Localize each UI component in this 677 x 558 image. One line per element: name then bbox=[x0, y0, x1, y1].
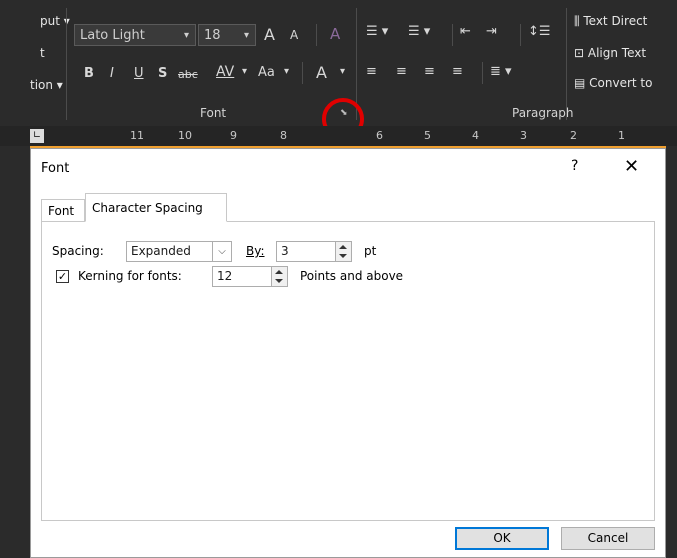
tab-character-spacing-label: Character Spacing bbox=[92, 201, 203, 215]
convert-to-label: Convert to bbox=[589, 76, 653, 90]
font-size-value: 18 bbox=[204, 28, 221, 43]
grow-font-button[interactable]: A bbox=[264, 25, 275, 44]
tab-selector-icon[interactable]: ∟ bbox=[30, 129, 44, 143]
spacing-by-input[interactable]: 3 bbox=[276, 241, 352, 262]
align-center-icon[interactable]: ≡ bbox=[396, 64, 407, 79]
strikethrough-button[interactable]: abc bbox=[178, 68, 198, 81]
kerning-checkbox[interactable]: ✓ bbox=[56, 270, 69, 283]
kerning-points-value: 12 bbox=[217, 269, 233, 283]
chevron-down-icon[interactable]: ⌵ bbox=[212, 242, 231, 261]
ruler-tick: 11 bbox=[130, 129, 144, 142]
columns-icon[interactable]: ≣ ▾ bbox=[490, 64, 512, 79]
cancel-button[interactable]: Cancel bbox=[561, 527, 655, 550]
decrease-indent-icon[interactable]: ⇤ bbox=[460, 24, 471, 39]
clear-formatting-button[interactable]: A bbox=[330, 25, 340, 43]
line-spacing-icon[interactable]: ↕☰ bbox=[528, 24, 551, 39]
document-background bbox=[666, 146, 677, 558]
underline-button[interactable]: U bbox=[134, 66, 144, 81]
spin-buttons[interactable] bbox=[271, 267, 287, 286]
align-right-icon[interactable]: ≡ bbox=[424, 64, 435, 79]
ruler: ∟ 11 10 9 8 6 5 4 3 2 1 bbox=[0, 126, 677, 146]
tab-font[interactable]: Font bbox=[41, 199, 85, 222]
spin-down-icon[interactable] bbox=[339, 254, 347, 258]
close-button[interactable]: ✕ bbox=[624, 156, 639, 177]
checkmark-icon: ✓ bbox=[57, 270, 68, 283]
chevron-down-icon: ▾ bbox=[243, 30, 249, 41]
numbering-icon[interactable]: ☰ ▾ bbox=[408, 24, 430, 39]
text-effects-button[interactable]: S bbox=[158, 66, 167, 81]
tab-character-spacing[interactable]: Character Spacing bbox=[85, 193, 227, 222]
spacing-select[interactable]: Expanded ⌵ bbox=[126, 241, 232, 262]
ruler-tick: 3 bbox=[520, 129, 527, 142]
increase-indent-icon[interactable]: ⇥ bbox=[486, 24, 497, 39]
document-background bbox=[0, 146, 30, 558]
convert-to-smartart-button[interactable]: ▤ Convert to bbox=[574, 76, 652, 90]
shrink-font-button[interactable]: A bbox=[290, 28, 298, 42]
kerning-suffix-label: Points and above bbox=[300, 269, 404, 283]
bold-button[interactable]: B bbox=[84, 66, 94, 81]
ruler-tick: 9 bbox=[230, 129, 237, 142]
divider bbox=[482, 62, 483, 84]
character-spacing-panel: Spacing: Expanded ⌵ By: 3 pt ✓ Kerning f… bbox=[41, 221, 655, 521]
ruler-tick: 1 bbox=[618, 129, 625, 142]
ruler-tick: 2 bbox=[570, 129, 577, 142]
spin-up-icon[interactable] bbox=[339, 245, 347, 249]
paragraph-group-label: Paragraph bbox=[512, 106, 574, 120]
text-direction-label: Text Direct bbox=[583, 14, 648, 28]
spacing-label: Spacing: bbox=[52, 244, 104, 258]
font-group-label: Font bbox=[200, 106, 227, 120]
ruler-tick: 5 bbox=[424, 129, 431, 142]
align-text-button[interactable]: ⊡ Align Text bbox=[574, 46, 646, 60]
divider bbox=[566, 8, 567, 120]
spacing-value: Expanded bbox=[131, 244, 191, 258]
ruler-tick: 4 bbox=[472, 129, 479, 142]
ruler-tick: 8 bbox=[280, 129, 287, 142]
spin-buttons[interactable] bbox=[335, 242, 351, 261]
ruler-tick: 6 bbox=[376, 129, 383, 142]
font-name-combo[interactable]: Lato Light ▾ bbox=[74, 24, 196, 46]
chevron-down-icon: ▾ bbox=[284, 66, 290, 77]
dialog-title: Font bbox=[41, 161, 70, 176]
chevron-down-icon: ▾ bbox=[340, 66, 346, 77]
by-label: By: bbox=[246, 244, 265, 258]
align-text-icon: ⊡ bbox=[574, 46, 585, 60]
italic-button[interactable]: I bbox=[110, 66, 114, 81]
font-size-combo[interactable]: 18 ▾ bbox=[198, 24, 256, 46]
justify-icon[interactable]: ≡ bbox=[452, 64, 463, 79]
help-button[interactable]: ? bbox=[571, 158, 578, 174]
align-text-label: Align Text bbox=[587, 46, 647, 60]
chevron-down-icon: ▾ bbox=[242, 66, 248, 77]
change-case-button[interactable]: Aa bbox=[258, 65, 275, 80]
font-color-button[interactable]: A bbox=[316, 63, 327, 82]
text-direction-icon: ⫼ bbox=[574, 14, 580, 28]
spacing-by-value: 3 bbox=[281, 244, 289, 258]
divider bbox=[302, 62, 303, 84]
character-spacing-button[interactable]: AV bbox=[216, 64, 234, 80]
smartart-icon: ▤ bbox=[574, 76, 586, 90]
tab-font-label: Font bbox=[48, 204, 75, 218]
kerning-points-input[interactable]: 12 bbox=[212, 266, 288, 287]
align-left-icon[interactable]: ≡ bbox=[366, 64, 377, 79]
spin-down-icon[interactable] bbox=[275, 279, 283, 283]
ok-button[interactable]: OK bbox=[455, 527, 549, 550]
kerning-label: Kerning for fonts: bbox=[78, 269, 182, 283]
ruler-tick: 10 bbox=[178, 129, 192, 142]
chevron-down-icon: ▾ bbox=[183, 30, 189, 41]
bullets-icon[interactable]: ☰ ▾ bbox=[366, 24, 388, 39]
by-unit-label: pt bbox=[364, 244, 377, 258]
divider bbox=[452, 24, 453, 46]
ribbon-partial-item-3[interactable]: tion ▾ bbox=[30, 78, 63, 92]
divider bbox=[316, 24, 317, 46]
font-dialog: Font ? ✕ Font Character Spacing Spacing:… bbox=[30, 148, 666, 558]
spin-up-icon[interactable] bbox=[275, 270, 283, 274]
text-direction-button[interactable]: ⫼ Text Direct bbox=[574, 14, 647, 29]
font-name-value: Lato Light bbox=[80, 28, 145, 43]
divider bbox=[66, 8, 67, 120]
ribbon-partial-item-2[interactable]: t bbox=[40, 46, 45, 60]
divider bbox=[520, 24, 521, 46]
